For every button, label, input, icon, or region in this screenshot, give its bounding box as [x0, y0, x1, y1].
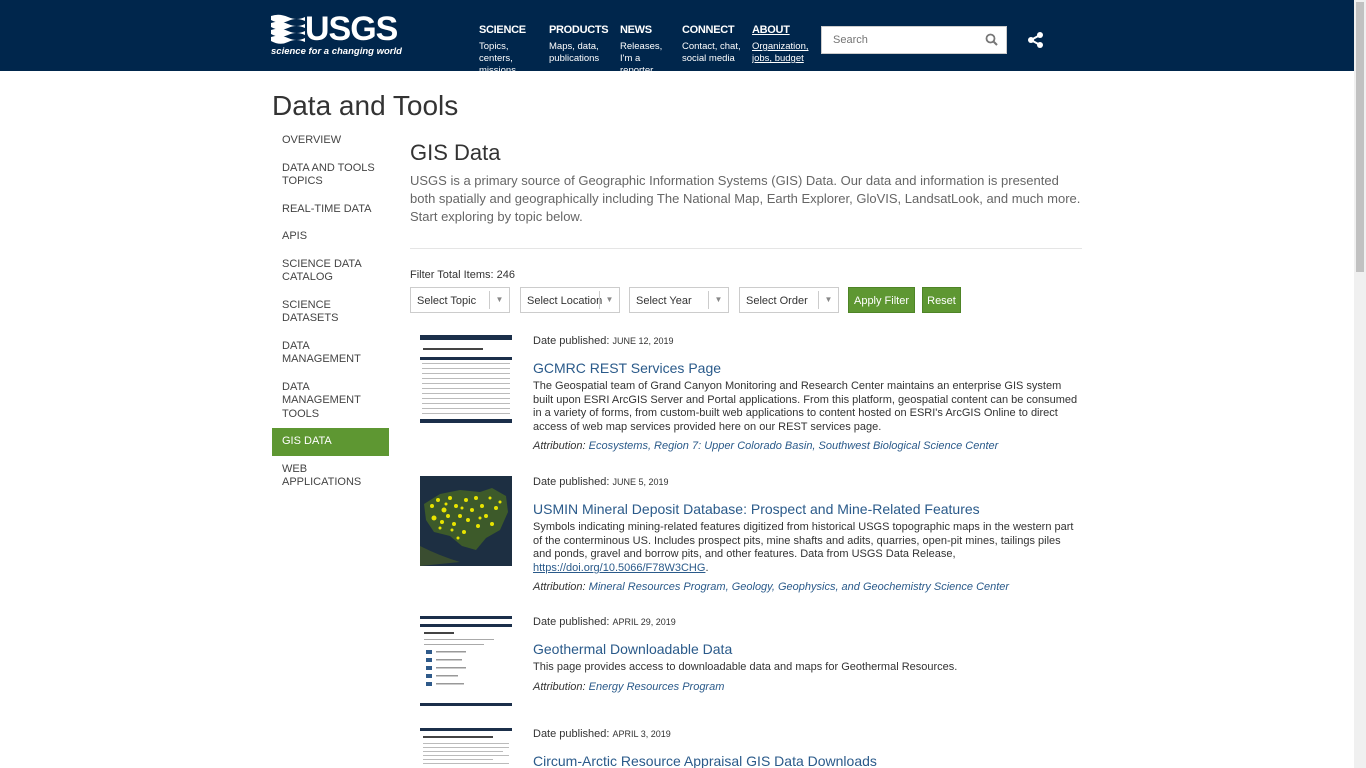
date-published: Date published: JUNE 5, 2019	[533, 476, 1081, 488]
nav-title: NEWS	[620, 24, 652, 36]
dropdown-arrow-icon: ▼	[708, 291, 728, 309]
nav-sub: Topics, centers, missions	[479, 41, 516, 71]
search-box	[821, 26, 1007, 54]
sidebar-item-data-and-tools-topics[interactable]: DATA AND TOOLS TOPICS	[272, 155, 389, 196]
dropdown-arrow-icon: ▼	[599, 291, 619, 309]
usgs-waves-icon	[271, 14, 305, 44]
item-thumbnail[interactable]	[420, 616, 512, 706]
item-attribution: Attribution: Energy Resources Program	[533, 681, 1081, 693]
search-icon[interactable]	[984, 32, 1000, 48]
nav-title: SCIENCE	[479, 24, 526, 36]
item-title-link[interactable]: Geothermal Downloadable Data	[533, 641, 1081, 657]
item-body: Date published: APRIL 3, 2019 Circum-Arc…	[533, 728, 1081, 768]
sidebar-item-web-applications[interactable]: WEB APPLICATIONS	[272, 456, 389, 497]
item-description: This page provides access to downloadabl…	[533, 661, 958, 673]
scrollbar-thumb[interactable]	[1356, 2, 1364, 272]
nav-title: ABOUT	[752, 24, 790, 36]
select-year[interactable]: Select Year ▼	[629, 287, 729, 313]
date-value: APRIL 3, 2019	[612, 729, 671, 739]
sidebar-item-real-time-data[interactable]: REAL-TIME DATA	[272, 196, 389, 224]
sidebar-item-science-datasets[interactable]: SCIENCE DATASETS	[272, 292, 389, 333]
date-published: Date published: APRIL 3, 2019	[533, 728, 1081, 740]
date-label: Date published:	[533, 616, 610, 628]
select-topic[interactable]: Select Topic ▼	[410, 287, 510, 313]
dropdown-arrow-icon: ▼	[818, 291, 838, 309]
nav-sub: Maps, data, publications	[549, 41, 600, 64]
date-published: Date published: APRIL 29, 2019	[533, 616, 1081, 628]
item-thumbnail[interactable]	[420, 476, 512, 566]
divider	[410, 248, 1082, 249]
doi-link[interactable]: https://doi.org/10.5066/F78W3CHG	[533, 562, 705, 574]
attribution-links[interactable]: Energy Resources Program	[589, 681, 725, 693]
item-title-link[interactable]: GCMRC REST Services Page	[533, 360, 1081, 376]
date-label: Date published:	[533, 335, 610, 347]
search-input[interactable]	[822, 27, 972, 53]
attribution-links[interactable]: Ecosystems, Region 7: Upper Colorado Bas…	[589, 440, 999, 452]
sidebar: OVERVIEW DATA AND TOOLS TOPICS REAL-TIME…	[272, 127, 389, 497]
item-attribution: Attribution: Mineral Resources Program, …	[533, 581, 1081, 593]
nav-sub: Contact, chat, social media	[682, 41, 741, 64]
date-label: Date published:	[533, 476, 610, 488]
intro-text: USGS is a primary source of Geographic I…	[410, 173, 1081, 224]
item-attribution: Attribution: Ecosystems, Region 7: Upper…	[533, 440, 1081, 452]
attribution-label: Attribution:	[533, 581, 586, 594]
sidebar-item-data-management[interactable]: DATA MANAGEMENT	[272, 333, 389, 374]
date-value: JUNE 12, 2019	[612, 336, 674, 346]
nav-title: CONNECT	[682, 24, 735, 36]
sidebar-item-overview[interactable]: OVERVIEW	[272, 127, 389, 155]
nav-science[interactable]: SCIENCE Topics, centers, missions	[479, 24, 541, 71]
item-thumbnail[interactable]	[420, 335, 512, 425]
attribution-label: Attribution:	[533, 680, 586, 693]
sidebar-item-data-management-tools[interactable]: DATA MANAGEMENT TOOLS	[272, 374, 389, 429]
logo-tagline: science for a changing world	[271, 46, 402, 57]
share-icon[interactable]	[1027, 31, 1045, 49]
item-body: Date published: JUNE 5, 2019 USMIN Miner…	[533, 476, 1081, 593]
nav-sub: Releases, I'm a reporter	[620, 41, 663, 71]
sidebar-item-apis[interactable]: APIS	[272, 223, 389, 251]
item-title-link[interactable]: Circum-Arctic Resource Appraisal GIS Dat…	[533, 753, 1081, 768]
logo-wordmark: USGS	[305, 10, 398, 48]
item-body: Date published: JUNE 12, 2019 GCMRC REST…	[533, 335, 1081, 452]
date-label: Date published:	[533, 728, 610, 740]
item-thumbnail[interactable]	[420, 728, 512, 768]
select-label: Select Topic	[417, 295, 477, 307]
item-title-link[interactable]: USMIN Mineral Deposit Database: Prospect…	[533, 501, 1081, 517]
page-title: Data and Tools	[272, 90, 459, 121]
attribution-links[interactable]: Mineral Resources Program, Geology, Geop…	[589, 581, 1009, 593]
section-heading: GIS Data	[410, 140, 501, 165]
date-published: Date published: JUNE 12, 2019	[533, 335, 1081, 347]
site-header: USGS science for a changing world SCIENC…	[0, 0, 1354, 71]
attribution-label: Attribution:	[533, 440, 586, 453]
date-value: APRIL 29, 2019	[612, 617, 676, 627]
apply-filter-button[interactable]: Apply Filter	[848, 287, 915, 313]
select-label: Select Location	[527, 295, 603, 307]
nav-about[interactable]: ABOUT Organization, jobs, budget	[752, 24, 812, 71]
item-description: Symbols indicating mining-related featur…	[533, 521, 1074, 574]
select-label: Select Year	[636, 295, 692, 307]
nav-products[interactable]: PRODUCTS Maps, data, publications	[549, 24, 611, 71]
nav-sub: Organization, jobs, budget	[752, 41, 809, 64]
nav-connect[interactable]: CONNECT Contact, chat, social media	[682, 24, 744, 71]
select-location[interactable]: Select Location ▼	[520, 287, 620, 313]
select-order[interactable]: Select Order ▼	[739, 287, 839, 313]
usgs-logo[interactable]: USGS science for a changing world	[271, 10, 402, 60]
dropdown-arrow-icon: ▼	[489, 291, 509, 309]
description-text: Symbols indicating mining-related featur…	[533, 521, 1074, 561]
filter-total-items: Filter Total Items: 246	[410, 269, 515, 281]
sidebar-item-gis-data[interactable]: GIS DATA	[272, 428, 389, 456]
select-label: Select Order	[746, 295, 808, 307]
reset-button[interactable]: Reset	[922, 287, 961, 313]
nav-title: PRODUCTS	[549, 24, 609, 36]
date-value: JUNE 5, 2019	[612, 477, 669, 487]
sidebar-item-science-data-catalog[interactable]: SCIENCE DATA CATALOG	[272, 251, 389, 292]
main-content: GIS Data USGS is a primary source of Geo…	[410, 140, 1082, 249]
nav-news[interactable]: NEWS Releases, I'm a reporter	[620, 24, 668, 71]
item-body: Date published: APRIL 29, 2019 Geotherma…	[533, 616, 1081, 693]
item-description: The Geospatial team of Grand Canyon Moni…	[533, 380, 1078, 433]
